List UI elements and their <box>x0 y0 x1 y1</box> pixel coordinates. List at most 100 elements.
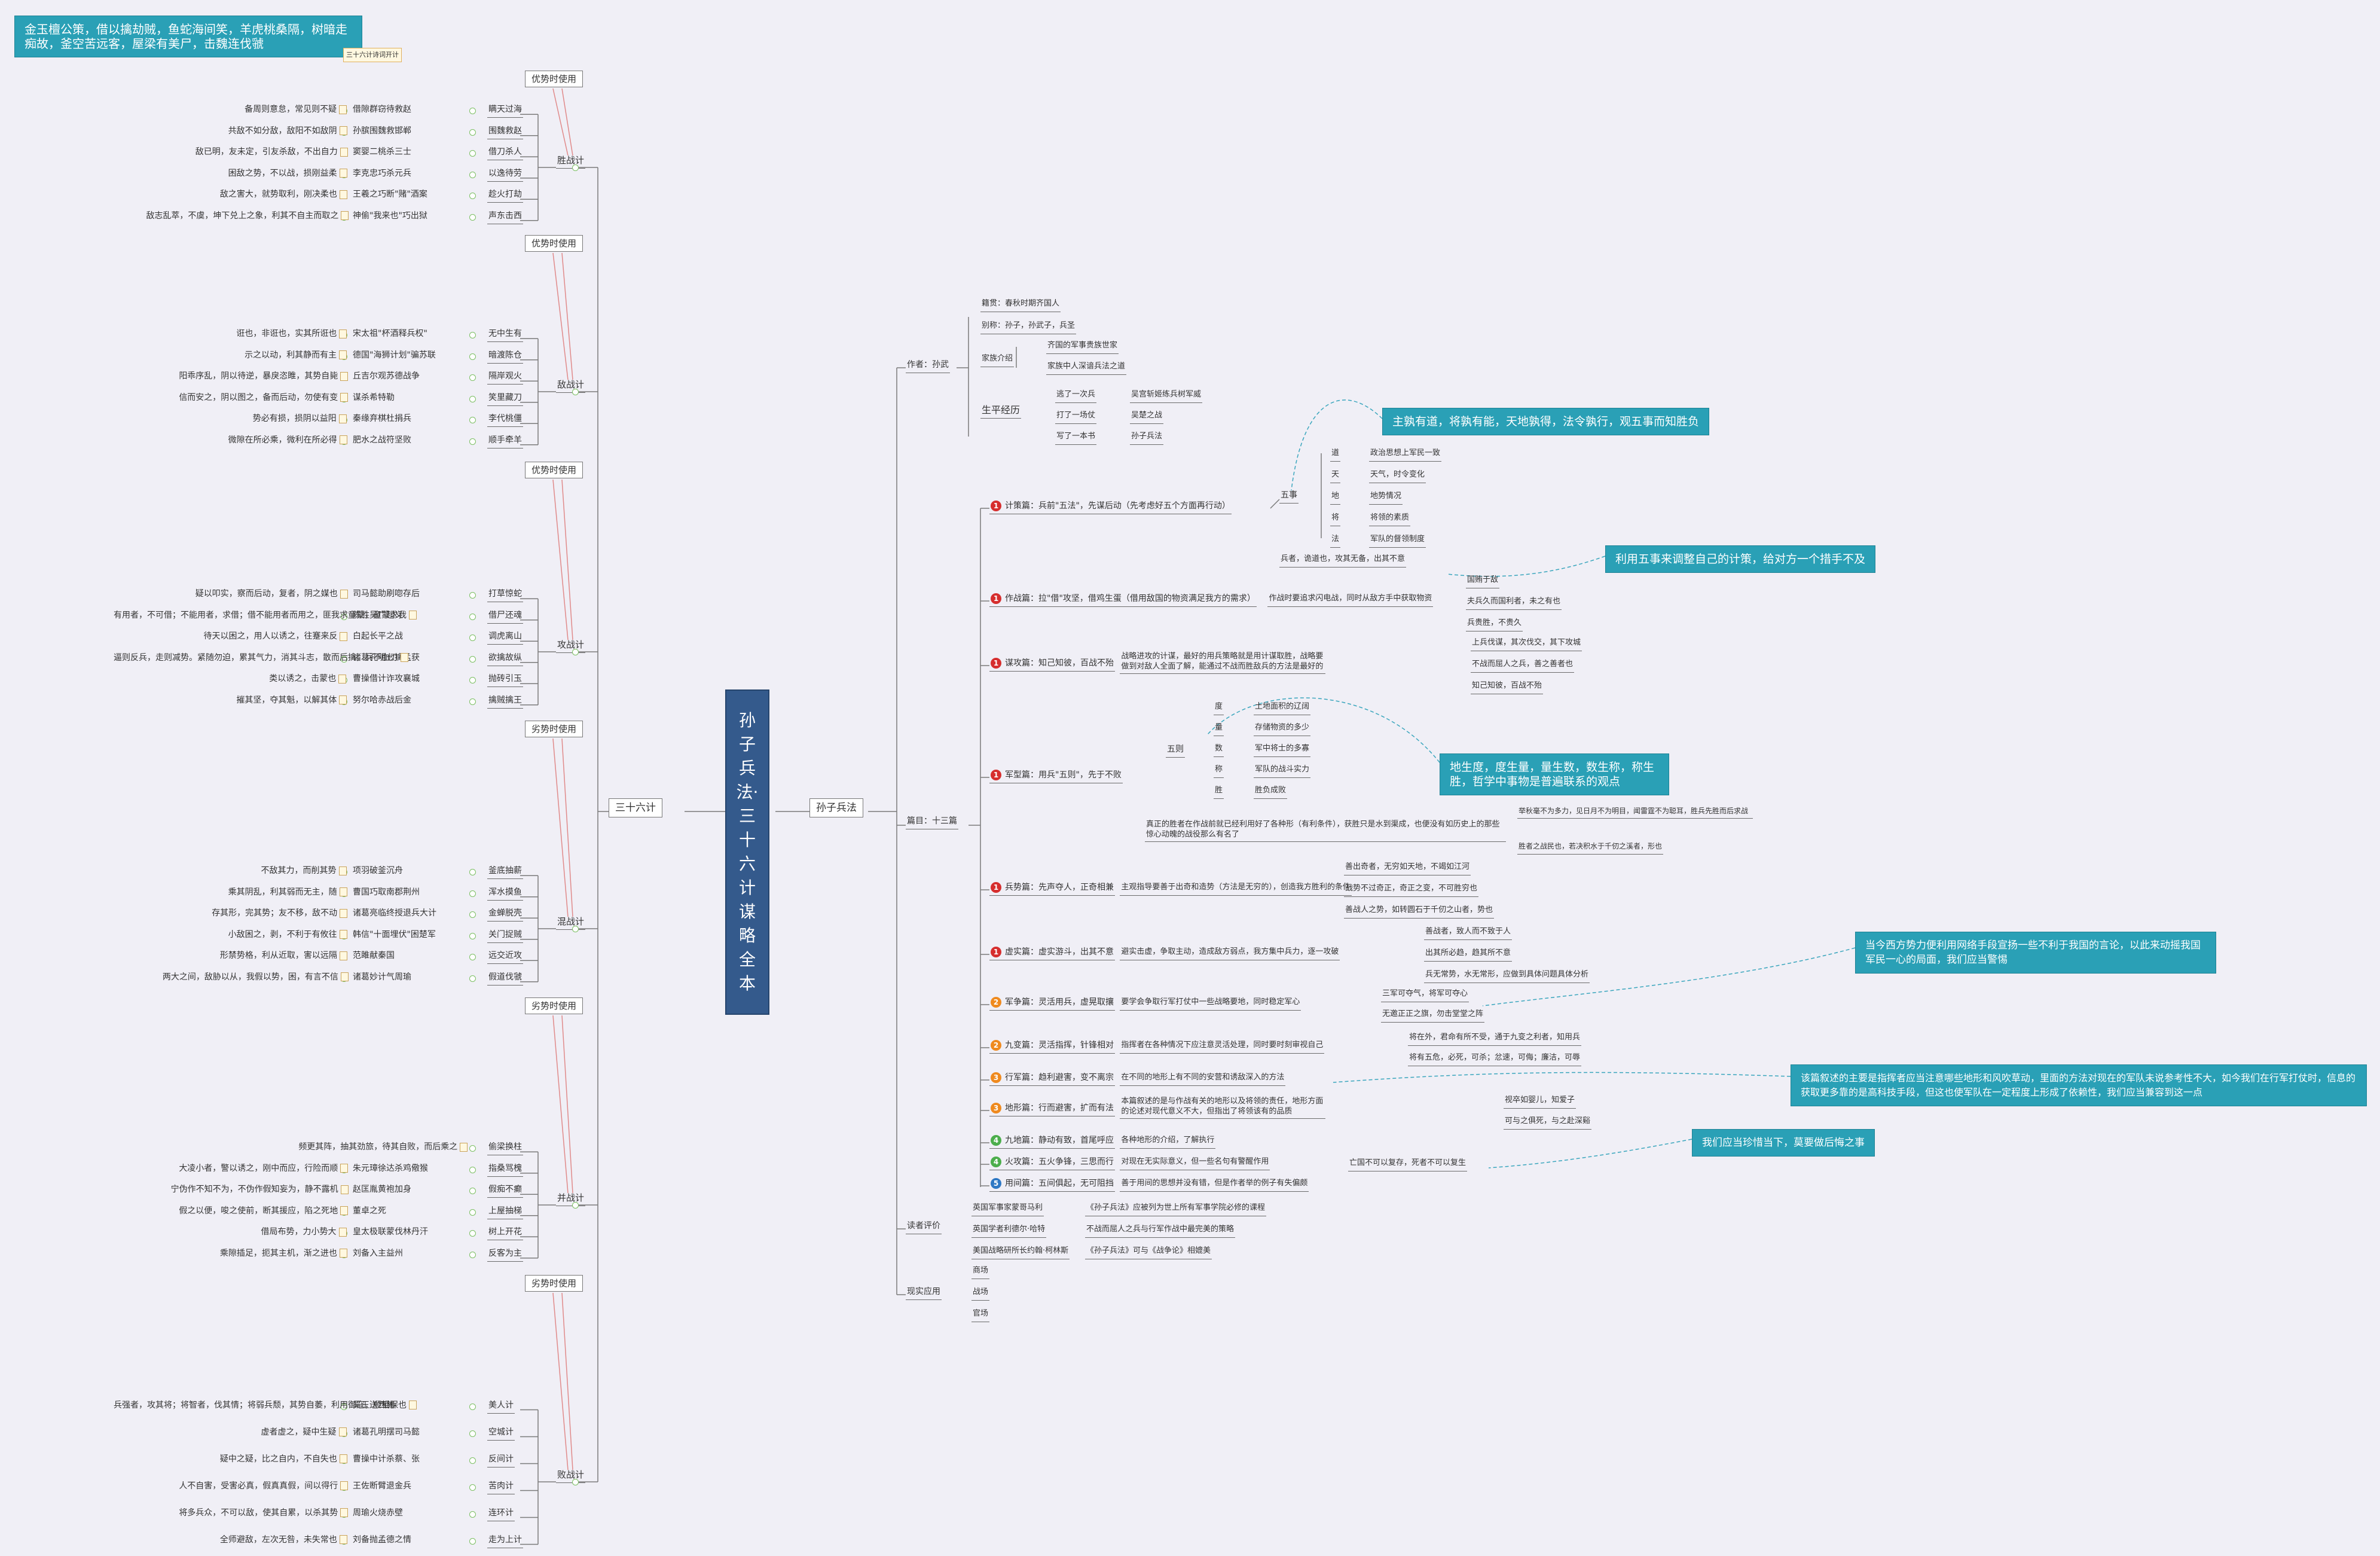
stratagem-调虎离山[interactable]: 调虎离山 <box>487 630 523 645</box>
note-icon <box>339 1535 347 1544</box>
stratagem-上屋抽梯[interactable]: 上屋抽梯 <box>487 1205 523 1219</box>
description: 信而安之，阴以图之，备而后动，勿使有变 <box>179 392 349 404</box>
stratagem-顺手牵羊[interactable]: 顺手牵羊 <box>487 434 523 449</box>
stratagem-暗渡陈仓[interactable]: 暗渡陈仓 <box>487 349 523 364</box>
stratagem-打草惊蛇[interactable]: 打草惊蛇 <box>487 588 523 603</box>
chapter-10[interactable]: 4 九地篇：静动有致，首尾呼应 <box>989 1134 1115 1149</box>
stratagem-[interactable]: 偷梁换柱 <box>487 1141 523 1156</box>
stratagem-关门捉贼[interactable]: 关门捉贼 <box>487 929 523 943</box>
callout-4: 当今西方势力便利用网络手段宣扬一些不利于我国的言论，以此来动摇我国军民一心的局面… <box>1855 932 2216 974</box>
story: 朱元璋徐达杀鸡儆猴 <box>353 1163 428 1173</box>
review-node[interactable]: 读者评价 <box>906 1220 942 1234</box>
description: 乘其阴乱，利其弱而无主，随 <box>228 886 347 898</box>
wushi-tail: 兵者，诡道也，攻其无备，出其不意 <box>1279 553 1407 568</box>
chapter-summary: 对现在无实际意义，但一些名句有警醒作用 <box>1120 1156 1270 1170</box>
stratagem-欲擒故纵[interactable]: 欲擒故纵 <box>487 652 523 666</box>
stratagem-趁火打劫[interactable]: 趁火打劫 <box>487 188 523 203</box>
story: 项羽破釜沉舟 <box>353 866 403 876</box>
stratagem-连环计[interactable]: 连环计 <box>487 1507 515 1521</box>
stratagem-无中生有[interactable]: 无中生有 <box>487 328 523 343</box>
chapter-7[interactable]: 2 九变篇：灵活指挥，针锋相对 <box>989 1039 1115 1054</box>
priority-icon: 2 <box>991 1040 1001 1051</box>
wushi-desc: 将领的素质 <box>1369 512 1411 526</box>
story: 诸葛孔明摆司马懿 <box>353 1427 420 1437</box>
group-并战计[interactable]: 并战计 <box>556 1192 586 1206</box>
stratagem-假道伐虢[interactable]: 假道伐虢 <box>487 971 523 986</box>
stratagem-借尸还魂[interactable]: 借尸还魂 <box>487 609 523 624</box>
stratagem-以逸待劳[interactable]: 以逸待劳 <box>487 167 523 182</box>
stratagem-李代桃僵[interactable]: 李代桃僵 <box>487 413 523 428</box>
stratagem-空城计[interactable]: 空城计 <box>487 1426 515 1441</box>
note-icon <box>340 393 349 402</box>
family-node[interactable]: 家族介绍 <box>980 353 1015 367</box>
group-胜战计[interactable]: 胜战计 <box>556 154 586 169</box>
stratagem-走为上计[interactable]: 走为上计 <box>487 1534 523 1548</box>
note-icon <box>341 211 349 221</box>
description: 人不自害，受害必真，假真真假，间以得行 <box>179 1480 349 1492</box>
review-quote: 《孙子兵法》应被列为世上所有军事学院必修的课程 <box>1085 1202 1267 1216</box>
bingshi-item: 善出奇者，无穷如天地，不竭如江河 <box>1344 861 1471 875</box>
story: 董卓之死 <box>353 1206 386 1216</box>
wushi-node[interactable]: 五事 <box>1279 489 1299 504</box>
stratagem-苦肉计[interactable]: 苦肉计 <box>487 1480 515 1494</box>
chapter-0[interactable]: 1 计策篇：兵前"五法"，先谋后动（先考虑好五个方面再行动） <box>989 500 1232 514</box>
chapter-4[interactable]: 1 兵势篇：先声夺人，正奇相兼 <box>989 881 1115 896</box>
author-node[interactable]: 作者：孙武 <box>906 359 950 373</box>
stratagem-擒贼擒王[interactable]: 擒贼擒王 <box>487 694 523 709</box>
node-dot <box>572 926 579 932</box>
dixing-item: 可与之俱死，与之赴深谿 <box>1504 1115 1592 1130</box>
note-icon <box>339 930 347 939</box>
chapter-2[interactable]: 1 谋攻篇：知己知彼，百战不殆 <box>989 657 1115 672</box>
stratagem-抛砖引玉[interactable]: 抛砖引玉 <box>487 673 523 688</box>
stratagem-树上开花[interactable]: 树上开花 <box>487 1226 523 1241</box>
group-攻战计[interactable]: 攻战计 <box>556 639 586 653</box>
note-icon <box>340 972 349 982</box>
stratagem-远交近攻[interactable]: 远交近攻 <box>487 950 523 965</box>
chapter-12[interactable]: 5 用间篇：五间俱起，无可阻挡 <box>989 1177 1115 1192</box>
wuze-称: 称 <box>1214 764 1224 778</box>
central-topic[interactable]: 孙子兵法·三十六计谋略全本 <box>725 689 769 1015</box>
life-detail: 吴宫斩姬练兵树军威 <box>1130 389 1203 403</box>
stratagem-反间计[interactable]: 反间计 <box>487 1453 515 1467</box>
chapters-node[interactable]: 篇目：十三篇 <box>906 815 958 829</box>
stratagem-假痴不癫[interactable]: 假痴不癫 <box>487 1183 523 1198</box>
stratagem-浑水摸鱼[interactable]: 浑水摸鱼 <box>487 886 523 901</box>
stratagem-笑里藏刀[interactable]: 笑里藏刀 <box>487 392 523 406</box>
chapter-5[interactable]: 1 虚实篇：虚实游斗，出其不意 <box>989 946 1115 960</box>
description: 乘隙插足，扼其主机，渐之进也 <box>220 1247 347 1259</box>
group-败战计[interactable]: 败战计 <box>556 1469 586 1483</box>
stratagem-指桑骂槐[interactable]: 指桑骂槐 <box>487 1163 523 1177</box>
wuze-node[interactable]: 五则 <box>1166 743 1185 758</box>
right-root-孙子兵法[interactable]: 孙子兵法 <box>809 798 863 817</box>
chapter-3[interactable]: 1 军型篇：用兵"五则"，先于不败 <box>989 769 1123 783</box>
bingshi-item: 战势不过奇正，奇正之变，不可胜穷也 <box>1344 883 1479 897</box>
node-dot <box>469 353 476 360</box>
author-alias: 别称：孙子，孙武子，兵圣 <box>980 320 1077 334</box>
stratagem-金蝉脱壳[interactable]: 金蝉脱壳 <box>487 907 523 922</box>
left-root-三十六计[interactable]: 三十六计 <box>609 798 662 817</box>
node-dot <box>469 1511 476 1518</box>
life-node[interactable]: 生平经历 <box>980 404 1022 419</box>
chapter-6[interactable]: 2 军争篇：灵活用兵，虚晃取攘 <box>989 996 1115 1011</box>
stratagem-借刀杀人[interactable]: 借刀杀人 <box>487 146 523 161</box>
stratagem-美人计[interactable]: 美人计 <box>487 1399 515 1414</box>
group-混战计[interactable]: 混战计 <box>556 916 586 930</box>
priority-icon: 3 <box>991 1103 1001 1113</box>
apply-node[interactable]: 现实应用 <box>906 1286 942 1300</box>
stratagem-声东击西[interactable]: 声东击西 <box>487 210 523 224</box>
chapter-9[interactable]: 3 地形篇：行而避害，扩而有法 <box>989 1102 1115 1116</box>
stratagem-反客为主[interactable]: 反客为主 <box>487 1247 523 1262</box>
stratagem-隔岸观火[interactable]: 隔岸观火 <box>487 370 523 385</box>
chapter-1[interactable]: 1 作战篇：拉"借"攻坚，借鸡生蛋（借用敌国的物资满足我方的需求） <box>989 593 1257 607</box>
stratagem-围魏救赵[interactable]: 围魏救赵 <box>487 125 523 139</box>
group-敌战计[interactable]: 敌战计 <box>556 379 586 393</box>
note-icon <box>340 1164 349 1173</box>
stratagem-瞒天过海[interactable]: 瞒天过海 <box>487 103 523 118</box>
chapter-8[interactable]: 3 行军篇：趋利避害，变不离宗 <box>989 1072 1115 1086</box>
chapter-11[interactable]: 4 火攻篇：五火争锋，三思而行 <box>989 1156 1115 1170</box>
story: 神偷"我来也"巧出狱 <box>353 210 427 221</box>
stratagem-釜底抽薪[interactable]: 釜底抽薪 <box>487 865 523 880</box>
node-dot <box>469 1209 476 1216</box>
note-icon <box>401 653 408 663</box>
chapter-summary: 指挥者在各种情况下应注意灵活处理，同时要时刻审视自己 <box>1120 1039 1325 1054</box>
